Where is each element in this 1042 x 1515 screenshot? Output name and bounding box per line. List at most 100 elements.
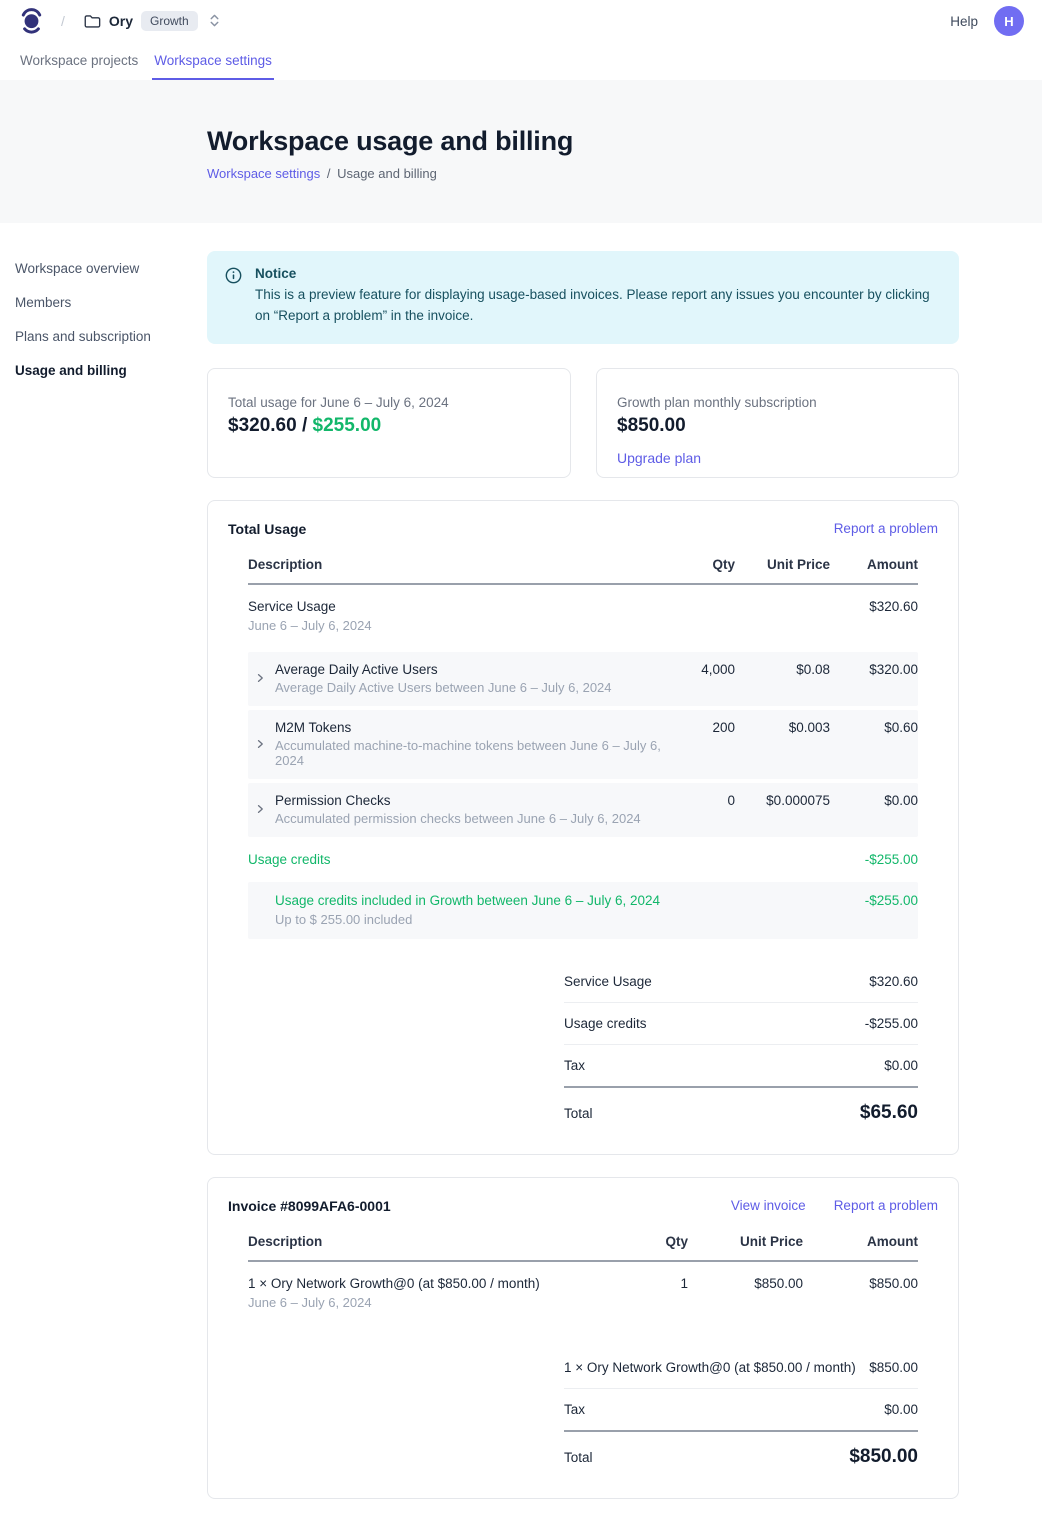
- breadcrumb-separator: /: [61, 13, 65, 29]
- usage-table: Description Qty Unit Price Amount Servic…: [248, 557, 918, 1128]
- invoice-line-unit-price: $850.00: [688, 1276, 803, 1291]
- sidebar-item-members[interactable]: Members: [15, 289, 207, 316]
- summary-row-plan: 1 × Ory Network Growth@0 (at $850.00 / m…: [564, 1347, 918, 1389]
- user-avatar[interactable]: H: [994, 6, 1024, 36]
- workspace-switcher[interactable]: Ory Growth: [83, 11, 221, 31]
- col-description: Description: [248, 1234, 626, 1249]
- usage-amount: $320.60: [228, 415, 297, 436]
- col-qty: Qty: [665, 557, 735, 572]
- line-item-qty: 4,000: [665, 662, 735, 677]
- page-header: Workspace usage and billing Workspace se…: [0, 80, 1042, 223]
- line-item-subtitle: Average Daily Active Users between June …: [275, 680, 612, 695]
- total-usage-label: Total usage for June 6 – July 6, 2024: [228, 395, 550, 410]
- summary-value: $320.60: [869, 974, 918, 989]
- summary-value: -$255.00: [865, 1016, 918, 1031]
- usage-separator: /: [297, 415, 313, 436]
- line-item-amount: $320.00: [830, 662, 918, 677]
- invoice-table: Description Qty Unit Price Amount 1 × Or…: [248, 1234, 918, 1472]
- usage-line-item-permission-checks[interactable]: Permission Checks Accumulated permission…: [248, 783, 918, 837]
- total-label: Total: [564, 1450, 593, 1465]
- ory-logo-icon[interactable]: [20, 7, 43, 35]
- usage-credits-title: Usage credits: [248, 852, 665, 867]
- view-invoice-link[interactable]: View invoice: [731, 1198, 806, 1213]
- service-usage-amount: $320.60: [830, 599, 918, 614]
- summary-label: Tax: [564, 1058, 585, 1073]
- summary-row-tax: Tax $0.00: [564, 1045, 918, 1088]
- chevron-right-icon[interactable]: [254, 803, 268, 815]
- page-title: Workspace usage and billing: [207, 126, 1042, 157]
- folder-icon: [83, 12, 101, 30]
- credits-detail-subtitle: Up to $ 255.00 included: [275, 912, 665, 927]
- workspace-tabbar: Workspace projects Workspace settings: [0, 42, 1042, 80]
- help-link[interactable]: Help: [950, 14, 978, 29]
- usage-total-row: Total $65.60: [564, 1088, 918, 1128]
- line-item-title: Permission Checks: [275, 793, 641, 808]
- selector-icon: [208, 13, 221, 28]
- usage-line-item-m2m-tokens[interactable]: M2M Tokens Accumulated machine-to-machin…: [248, 710, 918, 779]
- usage-line-item-dau[interactable]: Average Daily Active Users Average Daily…: [248, 652, 918, 706]
- service-usage-row: Service Usage June 6 – July 6, 2024 $320…: [248, 585, 918, 648]
- breadcrumb-current: Usage and billing: [337, 166, 437, 181]
- line-item-amount: $0.60: [830, 720, 918, 735]
- usage-report-problem-link[interactable]: Report a problem: [834, 521, 938, 536]
- invoice-summary: 1 × Ory Network Growth@0 (at $850.00 / m…: [564, 1347, 918, 1472]
- col-unit-price: Unit Price: [688, 1234, 803, 1249]
- usage-card-title: Total Usage: [228, 521, 306, 537]
- credits-detail-title: Usage credits included in Growth between…: [275, 893, 665, 908]
- total-label: Total: [564, 1106, 593, 1121]
- col-amount: Amount: [803, 1234, 918, 1249]
- line-item-unit-price: $0.08: [735, 662, 830, 677]
- total-value: $850.00: [849, 1446, 918, 1468]
- line-item-title: Average Daily Active Users: [275, 662, 612, 677]
- service-usage-title: Service Usage: [248, 599, 665, 614]
- invoice-card-title: Invoice #8099AFA6-0001: [228, 1198, 391, 1214]
- total-usage-value: $320.60 / $255.00: [228, 415, 550, 437]
- sidebar-item-usage-and-billing[interactable]: Usage and billing: [15, 357, 207, 384]
- workspace-plan-badge: Growth: [141, 11, 198, 31]
- summary-label: 1 × Ory Network Growth@0 (at $850.00 / m…: [564, 1360, 856, 1375]
- summary-label: Usage credits: [564, 1016, 647, 1031]
- invoice-line-qty: 1: [626, 1276, 688, 1291]
- col-unit-price: Unit Price: [735, 557, 830, 572]
- usage-credits-detail-row: Usage credits included in Growth between…: [248, 882, 918, 939]
- line-item-amount: $0.00: [830, 793, 918, 808]
- usage-credits-amount: -$255.00: [830, 852, 918, 867]
- plan-label: Growth plan monthly subscription: [617, 395, 938, 410]
- sidebar-item-plans-and-subscription[interactable]: Plans and subscription: [15, 323, 207, 350]
- credits-detail-amount: -$255.00: [830, 893, 918, 908]
- usage-credits-row: Usage credits -$255.00: [248, 839, 918, 880]
- line-item-qty: 0: [665, 793, 735, 808]
- invoice-report-problem-link[interactable]: Report a problem: [834, 1198, 938, 1213]
- info-icon: [225, 267, 242, 327]
- usage-credit-amount: $255.00: [313, 415, 382, 436]
- topbar: / Ory Growth Help H: [0, 0, 1042, 42]
- workspace-name: Ory: [109, 13, 133, 29]
- upgrade-plan-link[interactable]: Upgrade plan: [617, 450, 701, 466]
- sidebar-item-workspace-overview[interactable]: Workspace overview: [15, 255, 207, 282]
- summary-value: $850.00: [869, 1360, 918, 1375]
- usage-table-header: Description Qty Unit Price Amount: [248, 557, 918, 585]
- summary-label: Tax: [564, 1402, 585, 1417]
- invoice-table-header: Description Qty Unit Price Amount: [248, 1234, 918, 1262]
- summary-value: $0.00: [884, 1402, 918, 1417]
- invoice-total-row: Total $850.00: [564, 1432, 918, 1472]
- tab-workspace-settings[interactable]: Workspace settings: [152, 42, 274, 80]
- breadcrumb-sep: /: [327, 166, 331, 181]
- notice-body: This is a preview feature for displaying…: [255, 285, 941, 327]
- chevron-right-icon[interactable]: [254, 738, 268, 750]
- total-value: $65.60: [860, 1102, 918, 1124]
- summary-row-tax: Tax $0.00: [564, 1389, 918, 1432]
- usage-summary: Service Usage $320.60 Usage credits -$25…: [564, 961, 918, 1128]
- tab-workspace-projects[interactable]: Workspace projects: [18, 42, 140, 80]
- preview-notice-banner: Notice This is a preview feature for dis…: [207, 251, 959, 344]
- breadcrumb-workspace-settings-link[interactable]: Workspace settings: [207, 166, 320, 181]
- col-description: Description: [248, 557, 665, 572]
- line-item-subtitle: Accumulated permission checks between Ju…: [275, 811, 641, 826]
- chevron-right-icon[interactable]: [254, 672, 268, 684]
- summary-row-service-usage: Service Usage $320.60: [564, 961, 918, 1003]
- settings-sidebar: Workspace overview Members Plans and sub…: [15, 251, 207, 1515]
- total-usage-card: Total usage for June 6 – July 6, 2024 $3…: [207, 368, 571, 478]
- summary-value: $0.00: [884, 1058, 918, 1073]
- line-item-unit-price: $0.003: [735, 720, 830, 735]
- summary-label: Service Usage: [564, 974, 652, 989]
